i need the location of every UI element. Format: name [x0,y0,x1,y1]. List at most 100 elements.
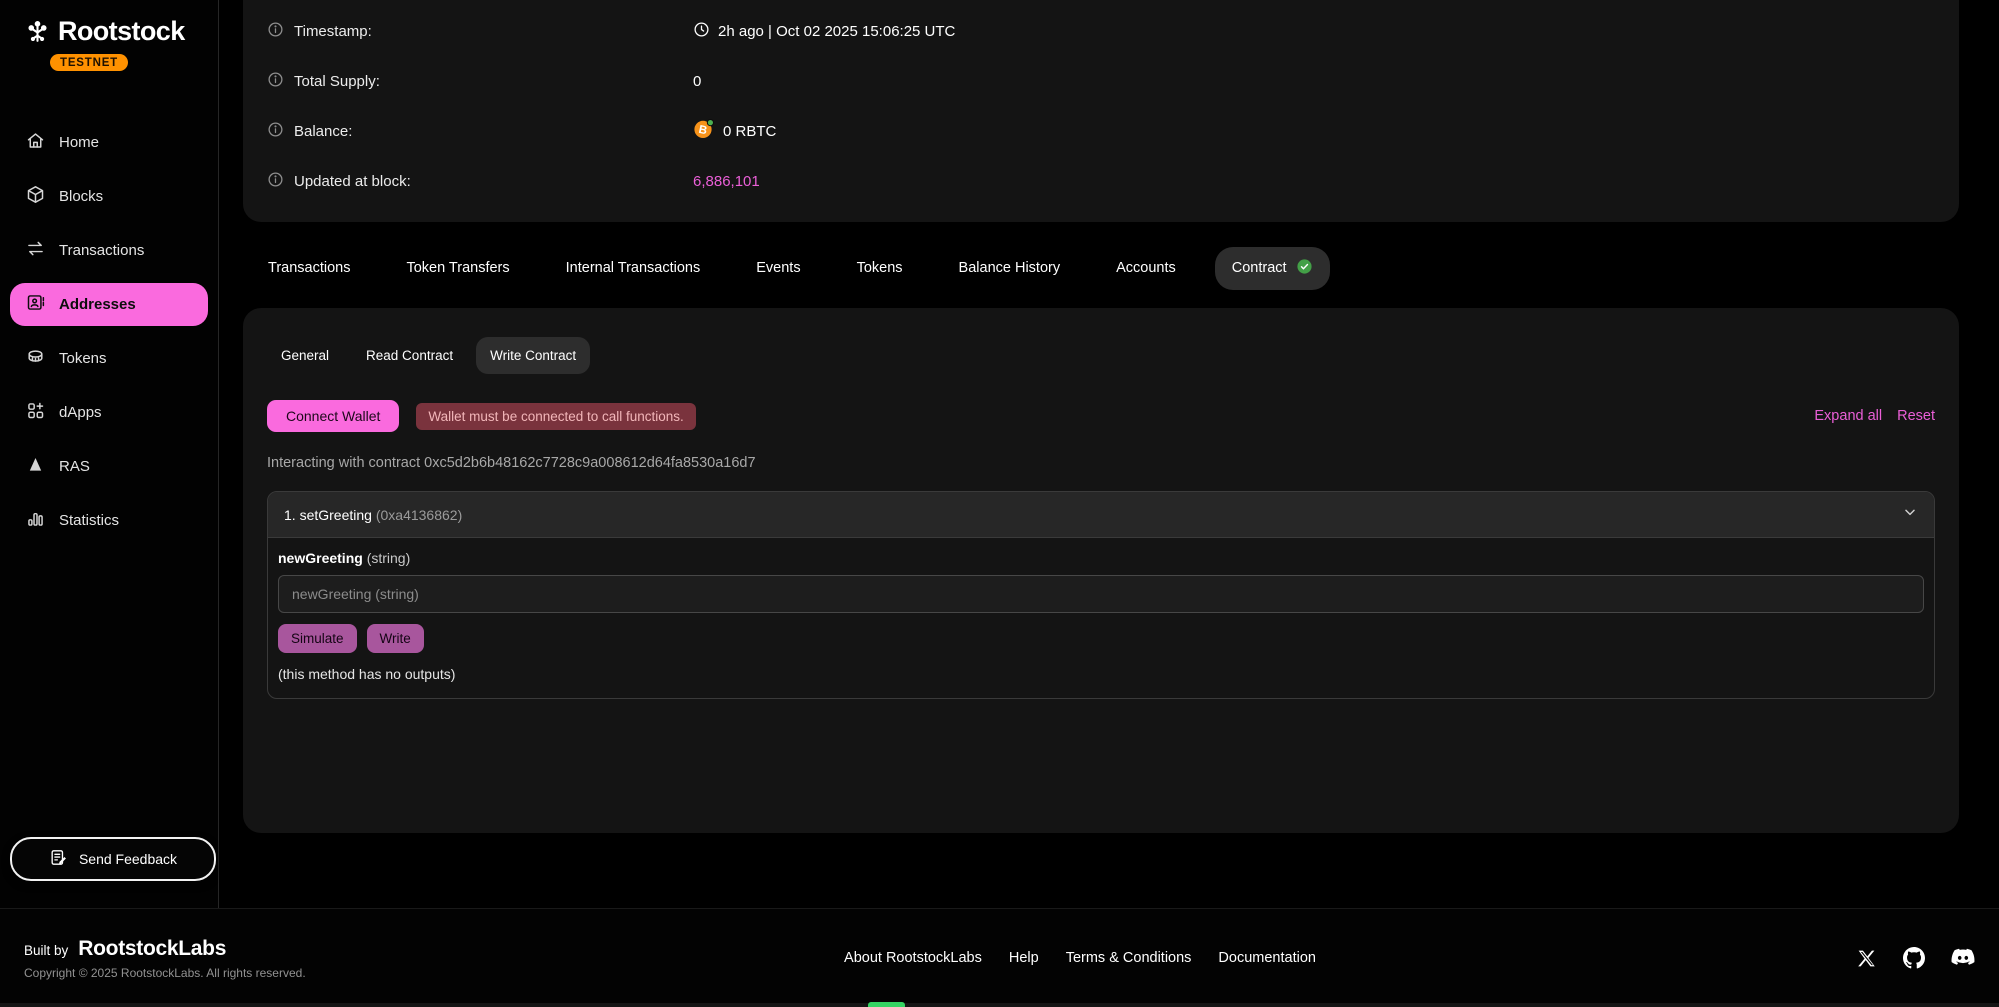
summary-label: Balance: [267,121,693,142]
footer-links: About RootstockLabs Help Terms & Conditi… [844,950,1316,966]
footer-link-terms[interactable]: Terms & Conditions [1066,950,1192,966]
contract-subtabs: General Read Contract Write Contract [267,337,1935,374]
built-by-row: Built by RootstockLabs [24,937,344,961]
sidebar-item-label: Home [59,134,99,151]
app-root: Rootstock TESTNET Home Blocks Transactio… [0,0,1999,1007]
clock-icon [693,21,710,42]
total-supply-text: 0 [693,73,701,90]
main-content: Timestamp: 2h ago | Oct 02 2025 15:06:25… [219,0,1999,908]
footer-brand-block: Built by RootstockLabs Copyright © 2025 … [24,937,344,980]
sidebar-item-statistics[interactable]: Statistics [10,499,208,542]
footer-link-help[interactable]: Help [1009,950,1039,966]
github-icon[interactable] [1903,947,1925,969]
total-supply-label: Total Supply: [294,73,380,90]
addresses-icon [25,292,46,317]
sidebar-item-label: Transactions [59,242,144,259]
sidebar-item-home[interactable]: Home [10,121,208,164]
ras-icon [25,454,46,479]
rootstock-logo[interactable]: Rootstock [24,16,218,47]
tokens-icon [25,346,46,371]
subtab-general[interactable]: General [267,337,343,374]
write-button[interactable]: Write [367,624,424,653]
sidebar-item-ras[interactable]: RAS [10,445,208,488]
rootstocklabs-brand: RootstockLabs [78,937,226,961]
sidebar-menu: Home Blocks Transactions Addresses Token… [0,121,218,542]
discord-icon[interactable] [1951,948,1975,968]
rootstock-logo-icon [24,18,51,45]
blocks-icon [25,184,46,209]
info-icon[interactable] [267,171,284,192]
balance-value: B 0 RBTC [693,118,776,144]
connect-wallet-button[interactable]: Connect Wallet [267,400,399,432]
timestamp-label: Timestamp: [294,23,372,40]
tab-transactions[interactable]: Transactions [268,260,350,276]
sidebar-item-tokens[interactable]: Tokens [10,337,208,380]
footer: Built by RootstockLabs Copyright © 2025 … [0,908,1999,1007]
footer-link-about[interactable]: About RootstockLabs [844,950,982,966]
info-icon[interactable] [267,71,284,92]
param-label: newGreeting (string) [278,550,1924,566]
sidebar-item-label: Blocks [59,188,103,205]
summary-row-timestamp: Timestamp: 2h ago | Oct 02 2025 15:06:25… [267,6,1935,56]
function-title: 1. setGreeting (0xa4136862) [284,507,462,523]
sidebar-item-transactions[interactable]: Transactions [10,229,208,272]
summary-label: Updated at block: [267,171,693,192]
function-accordion-setgreeting: 1. setGreeting (0xa4136862) newGreeting … [267,491,1935,699]
summary-label: Total Supply: [267,71,693,92]
function-accordion-header[interactable]: 1. setGreeting (0xa4136862) [268,492,1934,538]
updated-block-label: Updated at block: [294,173,411,190]
subtab-write-contract[interactable]: Write Contract [476,337,590,374]
function-body: newGreeting (string) Simulate Write (thi… [268,538,1934,698]
sidebar-item-label: RAS [59,458,90,475]
feedback-label: Send Feedback [79,851,177,867]
logo-text: Rootstock [58,16,185,47]
reset-link[interactable]: Reset [1897,408,1935,424]
timestamp-text: 2h ago | Oct 02 2025 15:06:25 UTC [718,23,955,40]
address-summary-card: Timestamp: 2h ago | Oct 02 2025 15:06:25… [243,0,1959,222]
chevron-down-icon[interactable] [1902,504,1918,525]
param-input-newgreeting[interactable] [278,575,1924,613]
timestamp-value: 2h ago | Oct 02 2025 15:06:25 UTC [693,21,955,42]
tab-internal-transactions[interactable]: Internal Transactions [566,260,701,276]
tab-contract-label: Contract [1232,260,1287,276]
sidebar-item-label: Tokens [59,350,107,367]
tab-accounts[interactable]: Accounts [1116,260,1176,276]
function-signature: (0xa4136862) [376,507,462,523]
contract-panel: General Read Contract Write Contract Con… [243,308,1959,833]
feedback-edit-icon [49,848,68,870]
function-actions: Simulate Write [278,624,1924,653]
simulate-button[interactable]: Simulate [278,624,357,653]
block-number-link[interactable]: 6,886,101 [693,173,760,190]
verified-check-icon [1296,258,1313,279]
sidebar-item-blocks[interactable]: Blocks [10,175,208,218]
tab-tokens[interactable]: Tokens [857,260,903,276]
summary-row-updated-block: Updated at block: 6,886,101 [267,156,1935,206]
subtab-read-contract[interactable]: Read Contract [352,337,467,374]
sidebar-item-addresses[interactable]: Addresses [10,283,208,326]
info-icon[interactable] [267,121,284,142]
sidebar: Rootstock TESTNET Home Blocks Transactio… [0,0,219,908]
total-supply-value: 0 [693,73,701,90]
expand-all-link[interactable]: Expand all [1814,408,1882,424]
info-icon[interactable] [267,21,284,42]
bottom-green-sliver [868,1002,905,1007]
tab-contract[interactable]: Contract [1215,247,1330,290]
no-outputs-text: (this method has no outputs) [278,666,1924,682]
tab-token-transfers[interactable]: Token Transfers [406,260,509,276]
sidebar-item-label: Statistics [59,512,119,529]
function-name: 1. setGreeting [284,507,372,523]
footer-link-documentation[interactable]: Documentation [1218,950,1316,966]
send-feedback-button[interactable]: Send Feedback [10,837,216,881]
sidebar-item-dapps[interactable]: dApps [10,391,208,434]
built-by-text: Built by [24,943,68,958]
address-tabs: Transactions Token Transfers Internal Tr… [243,248,1959,288]
tab-balance-history[interactable]: Balance History [959,260,1061,276]
tab-events[interactable]: Events [756,260,800,276]
x-twitter-icon[interactable] [1856,948,1877,969]
dapps-icon [25,400,46,425]
transactions-icon [25,238,46,263]
sidebar-item-label: dApps [59,404,102,421]
logo-block: Rootstock TESTNET [0,0,218,71]
statistics-icon [25,508,46,533]
wallet-warning-badge: Wallet must be connected to call functio… [416,403,695,430]
